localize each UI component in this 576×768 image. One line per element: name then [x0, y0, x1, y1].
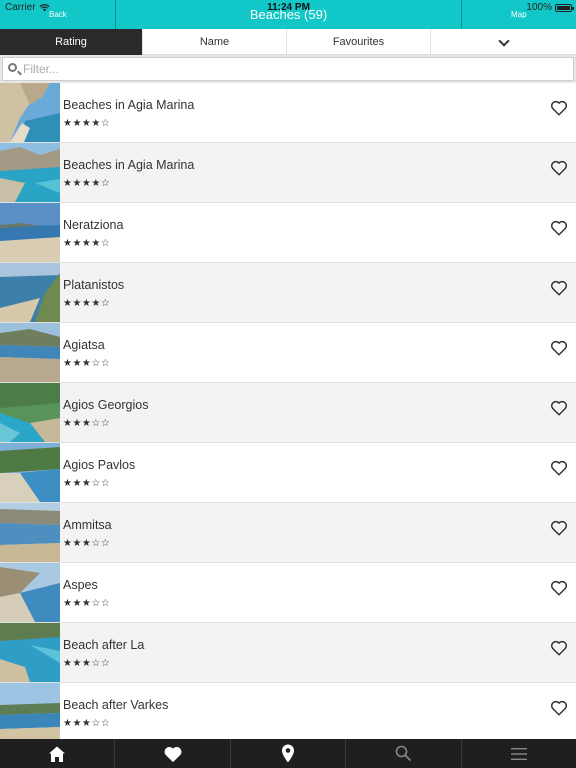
- heart-icon: [164, 746, 182, 762]
- beach-thumbnail: [0, 443, 60, 502]
- filter-bar: [0, 55, 576, 83]
- beach-name: Agiatsa: [63, 338, 105, 352]
- beach-rating: ★★★★☆: [63, 118, 111, 129]
- list-item[interactable]: Beach after Varkes ★★★☆☆: [0, 683, 576, 739]
- heart-outline-icon[interactable]: [550, 339, 568, 357]
- beach-list: Beaches in Agia Marina ★★★★☆ Beaches in …: [0, 83, 576, 739]
- home-icon: [49, 746, 66, 762]
- list-item[interactable]: Aspes ★★★☆☆: [0, 563, 576, 623]
- back-label: Back: [49, 10, 67, 19]
- beach-rating: ★★★☆☆: [63, 538, 111, 549]
- filter-input[interactable]: [23, 58, 563, 80]
- beach-name: Aspes: [63, 578, 98, 592]
- tabbar-favourites[interactable]: [115, 739, 231, 768]
- filter-box: [2, 57, 574, 81]
- beach-rating: ★★★☆☆: [63, 718, 111, 729]
- heart-outline-icon[interactable]: [550, 219, 568, 237]
- beach-rating: ★★★★☆: [63, 238, 111, 249]
- beach-rating: ★★★☆☆: [63, 418, 111, 429]
- beach-thumbnail: [0, 623, 60, 682]
- beach-rating: ★★★☆☆: [63, 478, 111, 489]
- page-title: Beaches (59): [249, 7, 328, 22]
- beach-thumbnail: [0, 83, 60, 142]
- list-item[interactable]: Beaches in Agia Marina ★★★★☆: [0, 143, 576, 203]
- beach-thumbnail: [0, 203, 60, 262]
- beach-name: Beach after Varkes: [63, 698, 169, 712]
- battery-icon: [555, 4, 574, 12]
- list-item[interactable]: Agios Georgios ★★★☆☆: [0, 383, 576, 443]
- beach-thumbnail: [0, 143, 60, 202]
- back-button[interactable]: Carrier Back: [0, 0, 116, 29]
- beach-rating: ★★★☆☆: [63, 598, 111, 609]
- map-button[interactable]: Map 100%: [461, 0, 576, 29]
- map-pin-icon: [282, 744, 295, 763]
- list-item[interactable]: Beach after La ★★★☆☆: [0, 623, 576, 683]
- tab-name[interactable]: Name: [143, 29, 287, 55]
- beach-name: Beaches in Agia Marina: [63, 158, 195, 172]
- chevron-down-icon: [497, 35, 510, 47]
- list-item[interactable]: Agiatsa ★★★☆☆: [0, 323, 576, 383]
- battery-percent: 100%: [526, 2, 552, 13]
- heart-outline-icon[interactable]: [550, 399, 568, 417]
- heart-outline-icon[interactable]: [550, 99, 568, 117]
- map-label: Map: [511, 10, 527, 19]
- beach-thumbnail: [0, 503, 60, 562]
- heart-outline-icon[interactable]: [550, 279, 568, 297]
- list-item[interactable]: Beaches in Agia Marina ★★★★☆: [0, 83, 576, 143]
- beach-thumbnail: [0, 383, 60, 442]
- beach-name: Ammitsa: [63, 518, 112, 532]
- tabbar-menu[interactable]: [462, 739, 576, 768]
- beach-thumbnail: [0, 323, 60, 382]
- wifi-icon: [38, 3, 50, 11]
- tabbar-home[interactable]: [0, 739, 116, 768]
- heart-outline-icon[interactable]: [550, 459, 568, 477]
- heart-outline-icon[interactable]: [550, 519, 568, 537]
- beach-rating: ★★★★☆: [63, 178, 111, 189]
- tabbar-search[interactable]: [346, 739, 462, 768]
- beach-rating: ★★★☆☆: [63, 358, 111, 369]
- list-item[interactable]: Platanistos ★★★★☆: [0, 263, 576, 323]
- beach-name: Agios Georgios: [63, 398, 149, 412]
- list-item[interactable]: Neratziona ★★★★☆: [0, 203, 576, 263]
- beach-name: Beaches in Agia Marina: [63, 98, 195, 112]
- beach-rating: ★★★☆☆: [63, 658, 111, 669]
- beach-name: Agios Pavlos: [63, 458, 136, 472]
- list-item[interactable]: Ammitsa ★★★☆☆: [0, 503, 576, 563]
- tabbar-map[interactable]: [231, 739, 347, 768]
- heart-outline-icon[interactable]: [550, 699, 568, 717]
- search-icon: [8, 63, 17, 72]
- beach-thumbnail: [0, 563, 60, 622]
- top-bar: Carrier Back 11:24 PM Beaches (59) Map 1…: [0, 0, 576, 29]
- sort-dropdown-button[interactable]: [431, 29, 576, 55]
- beach-thumbnail: [0, 263, 60, 322]
- beach-rating: ★★★★☆: [63, 298, 111, 309]
- beach-name: Beach after La: [63, 638, 145, 652]
- tab-rating[interactable]: Rating: [0, 29, 143, 55]
- tab-favourites[interactable]: Favourites: [287, 29, 431, 55]
- menu-icon: [510, 747, 527, 760]
- carrier-status: Carrier: [5, 2, 50, 13]
- heart-outline-icon[interactable]: [550, 639, 568, 657]
- bottom-tab-bar: [0, 739, 576, 768]
- heart-outline-icon[interactable]: [550, 159, 568, 177]
- heart-outline-icon[interactable]: [550, 579, 568, 597]
- beach-name: Neratziona: [63, 218, 124, 232]
- beach-name: Platanistos: [63, 278, 125, 292]
- search-icon: [395, 745, 412, 762]
- sort-tabs: Rating Name Favourites: [0, 29, 576, 55]
- beach-thumbnail: [0, 683, 60, 739]
- carrier-label: Carrier: [5, 2, 36, 13]
- nav-title-area: 11:24 PM Beaches (59): [116, 0, 461, 29]
- app-root: Carrier Back 11:24 PM Beaches (59) Map 1…: [0, 0, 576, 768]
- list-item[interactable]: Agios Pavlos ★★★☆☆: [0, 443, 576, 503]
